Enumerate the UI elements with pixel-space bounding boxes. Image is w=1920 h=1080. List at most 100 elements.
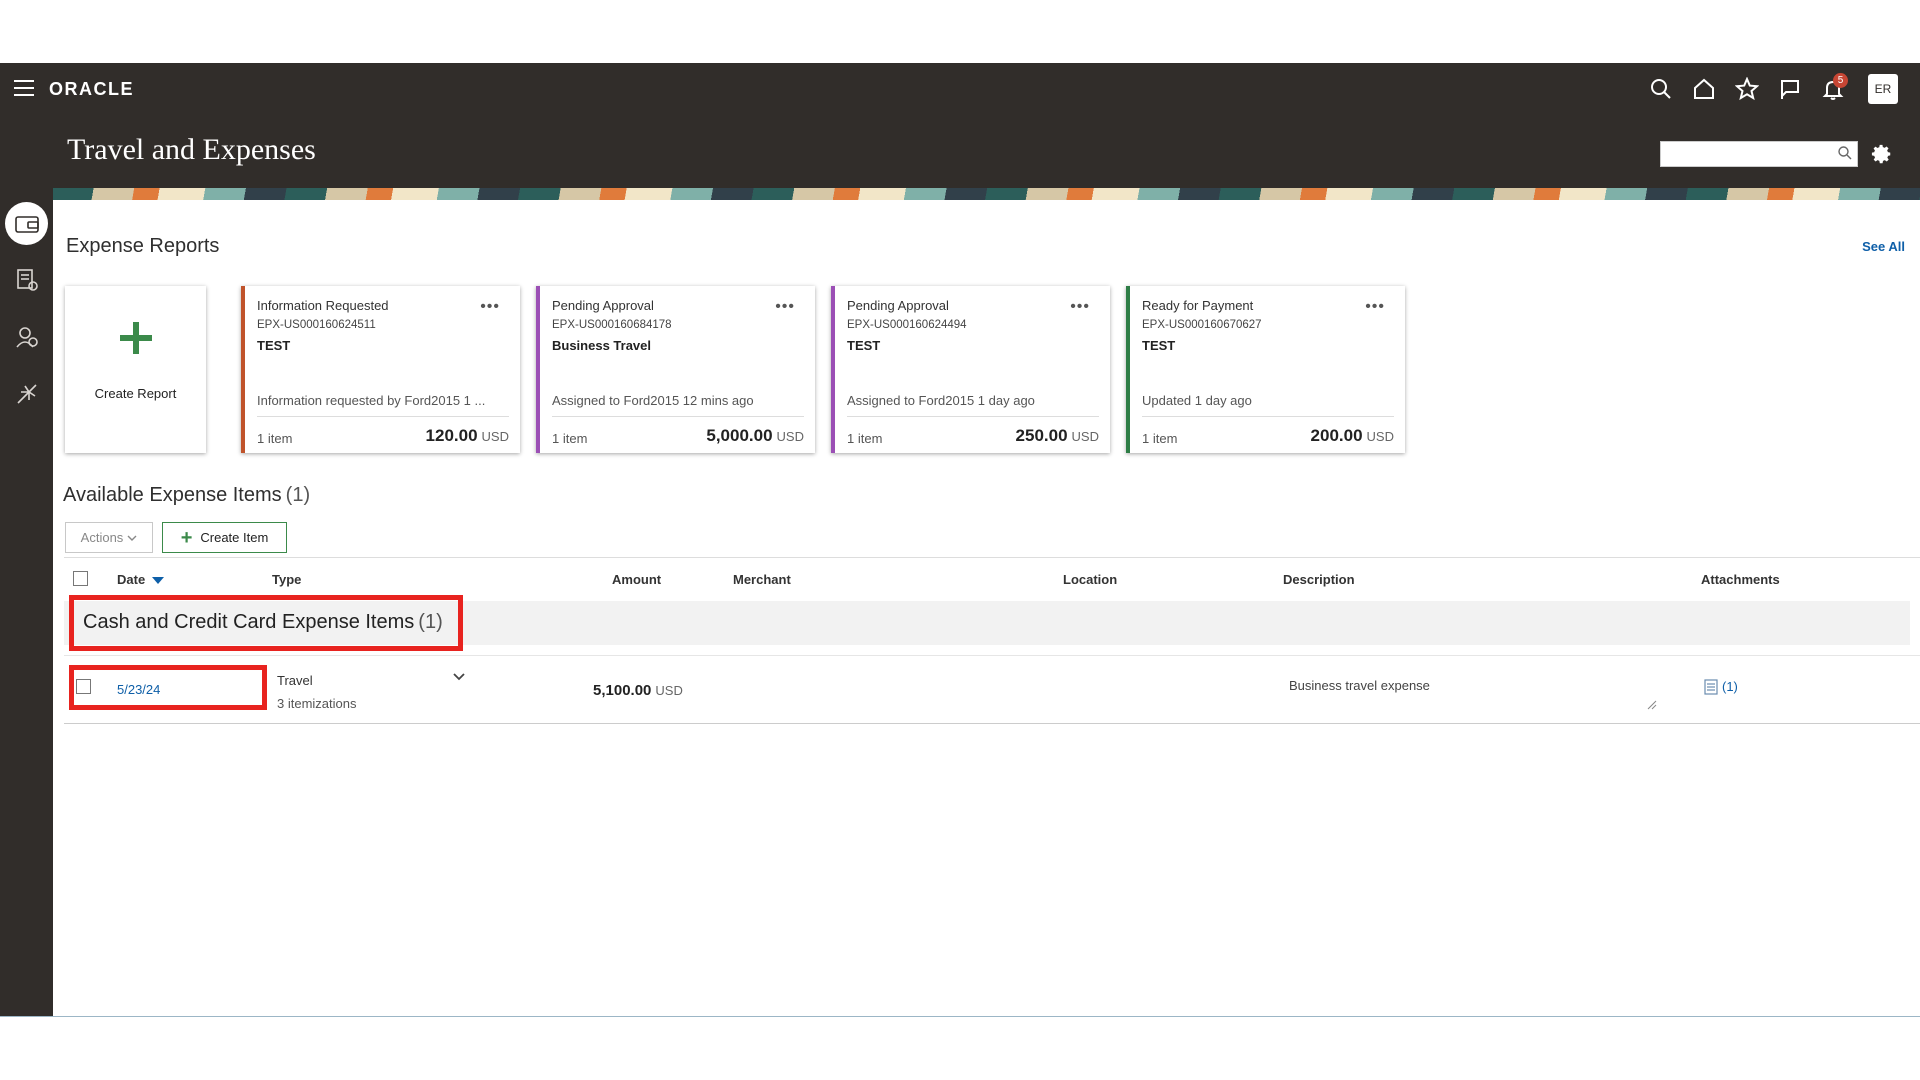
settings-gear-icon[interactable] <box>1871 143 1893 165</box>
create-item-button[interactable]: + Create Item <box>162 522 287 553</box>
report-name: Business Travel <box>552 338 651 353</box>
resize-grip-icon[interactable] <box>1647 700 1657 710</box>
available-items-title: Available Expense Items (1) <box>63 484 310 507</box>
column-header-location: Location <box>1063 572 1118 587</box>
amount-value: 120.00 <box>425 426 478 445</box>
actions-label: Actions <box>80 530 124 545</box>
report-status: Pending Approval <box>847 298 949 313</box>
report-note: Updated 1 day ago <box>1142 393 1394 417</box>
rail-wallet-icon[interactable] <box>5 202 48 245</box>
currency: USD <box>776 429 804 444</box>
oracle-logo[interactable]: ORACLE <box>49 79 134 100</box>
currency: USD <box>481 429 509 444</box>
currency: USD <box>655 683 683 698</box>
report-id: EPX-US000160670627 <box>1142 319 1262 331</box>
actions-menu-button[interactable]: Actions <box>65 522 153 553</box>
report-amount: 250.00 USD <box>1016 426 1099 446</box>
sort-descending-icon[interactable] <box>152 577 165 585</box>
report-status: Information Requested <box>257 298 389 313</box>
report-amount: 120.00 USD <box>426 426 509 446</box>
rail-airplane-icon[interactable] <box>5 372 48 415</box>
more-options-icon[interactable]: ••• <box>1365 298 1385 316</box>
notifications-bell-icon[interactable]: 5 <box>1811 73 1854 103</box>
table-divider <box>64 557 1920 558</box>
amount-value: 5,000.00 <box>706 426 773 445</box>
report-status: Pending Approval <box>552 298 654 313</box>
expense-description[interactable]: Business travel expense <box>1289 678 1430 693</box>
notification-count-badge: 5 <box>1833 73 1848 88</box>
column-header-merchant: Merchant <box>733 572 791 587</box>
chevron-down-icon[interactable] <box>453 672 465 681</box>
report-item-count: 1 item <box>552 431 588 446</box>
expense-amount: 5,100.00 USD <box>593 682 683 699</box>
rail-report-check-icon[interactable] <box>5 258 48 301</box>
row-divider <box>64 655 1920 656</box>
more-options-icon[interactable]: ••• <box>775 298 795 316</box>
report-card[interactable]: Ready for Payment EPX-US000160670627 TES… <box>1126 286 1405 453</box>
more-options-icon[interactable]: ••• <box>480 298 500 316</box>
search-icon <box>1838 146 1852 160</box>
report-id: EPX-US000160684178 <box>552 319 672 331</box>
report-card[interactable]: Pending Approval EPX-US000160684178 Busi… <box>536 286 815 453</box>
report-item-count: 1 item <box>847 431 883 446</box>
report-id: EPX-US000160624494 <box>847 319 967 331</box>
column-header-attachments: Attachments <box>1701 572 1780 587</box>
top-margin <box>0 0 1920 63</box>
flag-icon[interactable] <box>1768 75 1811 103</box>
report-status: Ready for Payment <box>1142 298 1254 313</box>
report-name: TEST <box>847 338 881 353</box>
report-name: TEST <box>257 338 291 353</box>
report-note: Assigned to Ford2015 12 mins ago <box>552 393 804 417</box>
attachment-document-icon[interactable] <box>1704 679 1718 695</box>
highlight-box <box>69 595 463 651</box>
decorative-banner <box>53 188 1920 200</box>
more-options-icon[interactable]: ••• <box>1070 298 1090 316</box>
report-item-count: 1 item <box>1142 431 1178 446</box>
rail-person-card-icon[interactable] <box>5 315 48 358</box>
amount-value: 5,100.00 <box>593 682 652 699</box>
user-avatar[interactable]: ER <box>1868 74 1898 104</box>
home-icon[interactable] <box>1682 75 1725 103</box>
column-header-amount: Amount <box>612 572 662 587</box>
app-header <box>0 63 1920 188</box>
report-amount: 200.00 USD <box>1311 426 1394 446</box>
plus-icon: + <box>180 526 193 549</box>
report-card[interactable]: Information Requested EPX-US000160624511… <box>241 286 520 453</box>
create-report-card[interactable]: Create Report <box>65 286 206 453</box>
header-search-input[interactable] <box>1660 141 1858 167</box>
amount-value: 250.00 <box>1015 426 1068 445</box>
chevron-down-icon <box>127 535 137 541</box>
report-name: TEST <box>1142 338 1176 353</box>
attachment-count-link[interactable]: (1) <box>1722 679 1738 694</box>
expense-itemizations: 3 itemizations <box>277 696 357 711</box>
report-note: Assigned to Ford2015 1 day ago <box>847 393 1099 417</box>
column-header-date[interactable]: Date <box>117 572 165 587</box>
report-item-count: 1 item <box>257 431 293 446</box>
create-report-label: Create Report <box>94 386 177 401</box>
expense-type: Travel <box>277 673 313 688</box>
report-amount: 5,000.00 USD <box>706 426 804 446</box>
report-id: EPX-US000160624511 <box>257 319 376 331</box>
currency: USD <box>1071 429 1099 444</box>
create-item-label: Create Item <box>200 530 269 545</box>
search-icon[interactable] <box>1639 75 1682 103</box>
column-header-type: Type <box>272 572 302 587</box>
expense-reports-title: Expense Reports <box>66 235 220 257</box>
amount-value: 200.00 <box>1310 426 1363 445</box>
select-all-checkbox[interactable] <box>73 571 88 586</box>
column-header-description: Description <box>1283 572 1355 587</box>
plus-icon <box>120 322 152 354</box>
available-items-label: Available Expense Items <box>63 484 282 506</box>
left-nav-rail <box>0 188 53 1016</box>
main-content: Expense Reports See All Create Report In… <box>53 200 1920 1016</box>
highlight-box <box>69 665 267 710</box>
report-note: Information requested by Ford2015 1 ... <box>257 393 509 417</box>
available-items-count: (1) <box>285 484 311 506</box>
row-divider <box>64 723 1920 724</box>
menu-icon[interactable] <box>14 80 34 96</box>
page-title: Travel and Expenses <box>67 133 316 166</box>
favorites-star-icon[interactable] <box>1725 75 1768 103</box>
currency: USD <box>1366 429 1394 444</box>
see-all-link[interactable]: See All <box>1862 239 1905 254</box>
report-card[interactable]: Pending Approval EPX-US000160624494 TEST… <box>831 286 1110 453</box>
